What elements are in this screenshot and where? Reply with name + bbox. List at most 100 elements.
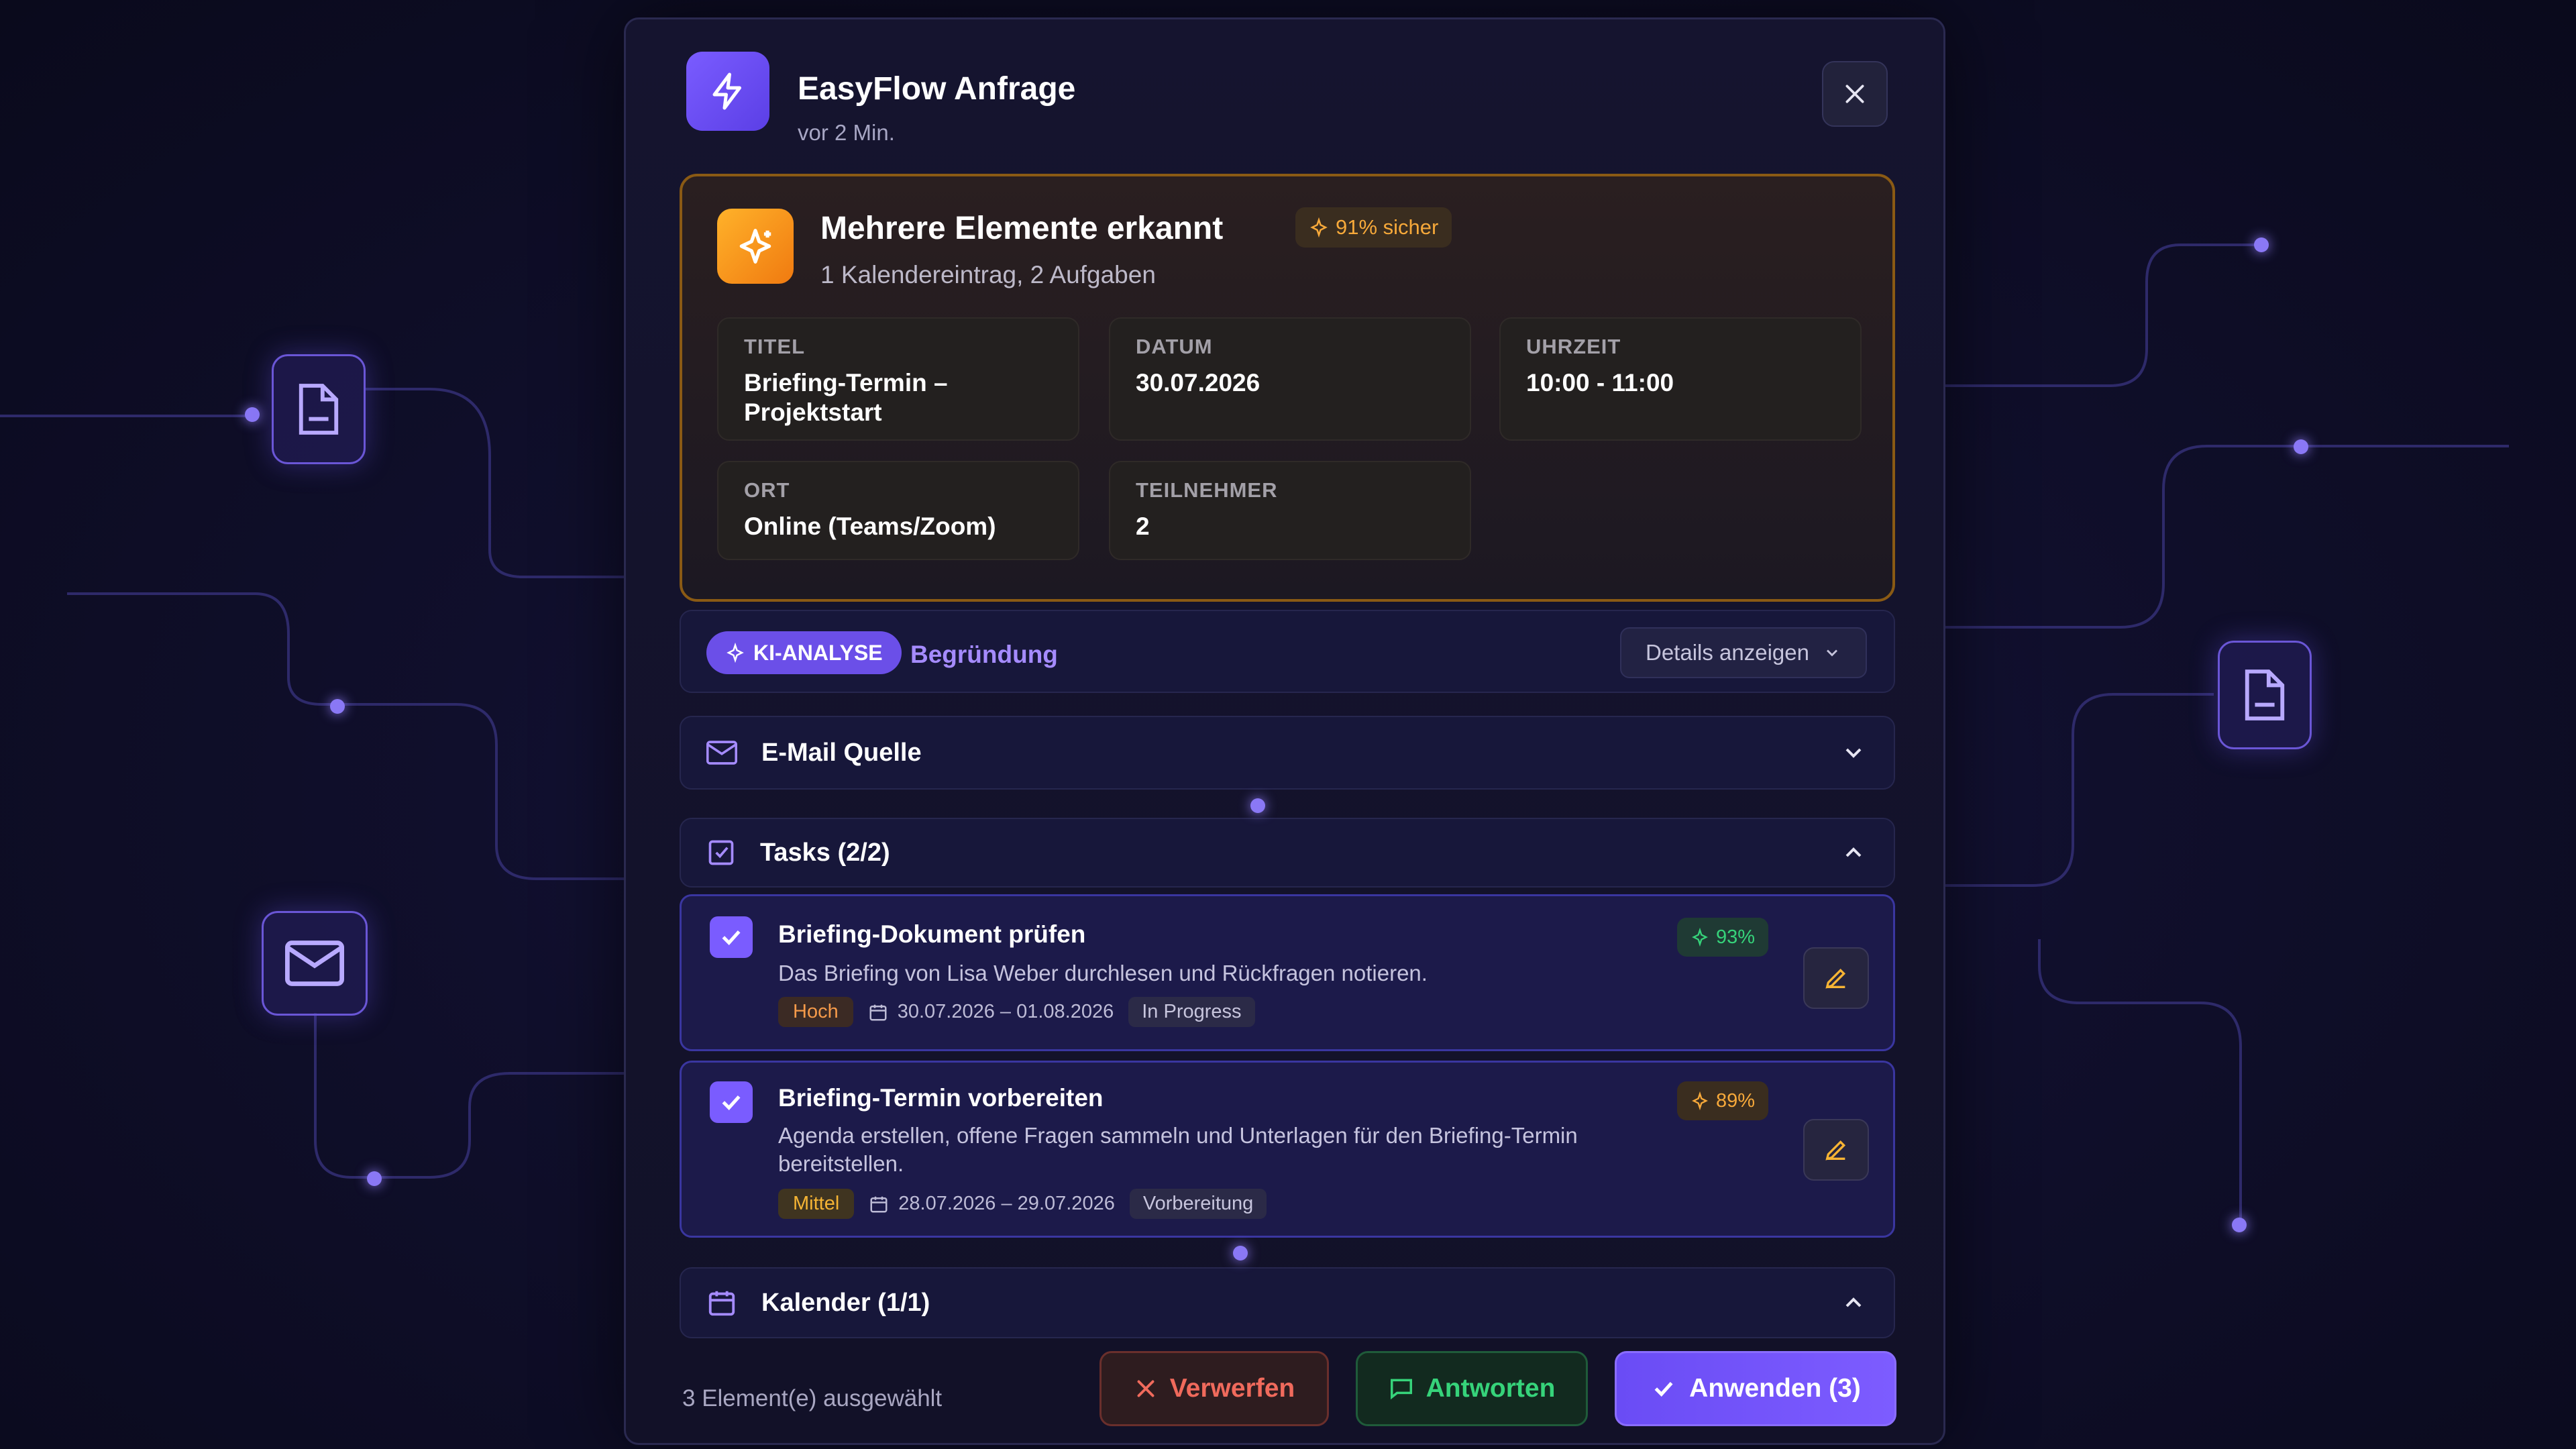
ki-analysis-label: KI-ANALYSE xyxy=(753,640,883,665)
ki-analysis-bar: KI-ANALYSE Begründung Details anzeigen xyxy=(680,610,1895,693)
field-ort: ORT Online (Teams/Zoom) xyxy=(717,461,1079,560)
tasks-section[interactable]: Tasks (2/2) xyxy=(680,818,1895,888)
task-description: Das Briefing von Lisa Weber durchlesen u… xyxy=(778,961,1428,985)
task-title: Briefing-Termin vorbereiten xyxy=(778,1084,1104,1112)
checkbox-icon xyxy=(708,840,734,865)
field-label: TITEL xyxy=(744,335,806,358)
field-label: TEILNEHMER xyxy=(1136,478,1278,502)
task-meta: Hoch 30.07.2026 – 01.08.2026 In Progress xyxy=(778,997,1255,1027)
reply-label: Antworten xyxy=(1426,1374,1556,1403)
task-confidence: 93% xyxy=(1716,926,1756,948)
status-badge: In Progress xyxy=(1128,997,1255,1027)
field-uhrzeit: UHRZEIT 10:00 - 11:00 xyxy=(1499,317,1862,441)
reply-button[interactable]: Antworten xyxy=(1356,1351,1588,1426)
field-datum: DATUM 30.07.2026 xyxy=(1109,317,1471,441)
sparkle-icon xyxy=(1692,928,1708,947)
field-value: Online (Teams/Zoom) xyxy=(744,513,996,540)
selection-count: 3 Element(e) ausgewählt xyxy=(682,1385,943,1411)
task-date-range: 28.07.2026 – 29.07.2026 xyxy=(898,1193,1115,1214)
modal-title: EasyFlow Anfrage xyxy=(798,71,1076,107)
checkmark-icon xyxy=(1654,1381,1673,1397)
task-meta: Mittel 28.07.2026 – 29.07.2026 Vorbereit… xyxy=(778,1189,1267,1219)
lightning-icon xyxy=(686,52,769,131)
task-item: Briefing-Termin vorbereiten 89% Agenda e… xyxy=(680,1061,1895,1238)
close-icon xyxy=(1845,85,1864,103)
detection-title: Mehrere Elemente erkannt xyxy=(820,211,1224,246)
close-icon xyxy=(1137,1380,1155,1397)
field-label: ORT xyxy=(744,478,790,502)
show-details-button[interactable]: Details anzeigen xyxy=(1620,627,1867,678)
field-value: 30.07.2026 xyxy=(1136,369,1260,396)
sparkle-icon xyxy=(717,209,794,284)
email-source-title: E-Mail Quelle xyxy=(761,738,922,767)
apply-button[interactable]: Anwenden (3) xyxy=(1615,1351,1896,1426)
task-item: Briefing-Dokument prüfen 93% Das Briefin… xyxy=(680,894,1895,1051)
field-label: DATUM xyxy=(1136,335,1213,358)
calendar-icon xyxy=(870,1196,888,1212)
background-dot xyxy=(330,699,345,714)
detection-summary: 1 Kalendereintrag, 2 Aufgaben xyxy=(820,261,1156,288)
field-value: Briefing-Termin – Projektstart xyxy=(744,369,948,426)
edit-task-button[interactable] xyxy=(1803,947,1869,1009)
edit-task-button[interactable] xyxy=(1803,1119,1869,1181)
tasks-title: Tasks (2/2) xyxy=(760,838,890,867)
field-value: 2 xyxy=(1136,513,1150,540)
confidence-text: 91% sicher xyxy=(1336,215,1439,239)
field-label: UHRZEIT xyxy=(1526,335,1621,358)
close-button[interactable] xyxy=(1822,61,1888,127)
task-date-range: 30.07.2026 – 01.08.2026 xyxy=(897,1001,1114,1022)
apply-label: Anwenden (3) xyxy=(1689,1374,1861,1403)
background-dot xyxy=(2232,1218,2247,1232)
modal-timestamp: vor 2 Min. xyxy=(798,120,895,145)
mail-icon xyxy=(706,741,737,765)
chevron-up-icon xyxy=(1845,1297,1862,1307)
reasoning-link[interactable]: Begründung xyxy=(910,641,1058,669)
priority-badge: Mittel xyxy=(778,1189,855,1219)
calendar-icon xyxy=(708,1291,735,1316)
task-title: Briefing-Dokument prüfen xyxy=(778,920,1086,948)
sparkle-icon xyxy=(727,643,744,663)
confidence-badge: 91% sicher xyxy=(1295,207,1452,248)
field-value: 10:00 - 11:00 xyxy=(1526,369,1674,396)
discard-label: Verwerfen xyxy=(1169,1374,1295,1403)
chevron-up-icon xyxy=(1845,847,1862,857)
easyflow-modal: EasyFlow Anfrage vor 2 Min. Mehrere Elem… xyxy=(624,17,1945,1445)
pencil-icon xyxy=(1825,968,1846,989)
task-confidence: 89% xyxy=(1716,1089,1756,1112)
background-dot xyxy=(2254,237,2269,252)
mail-icon xyxy=(262,911,368,1016)
field-titel: TITEL Briefing-Termin – Projektstart xyxy=(717,317,1079,441)
show-details-label: Details anzeigen xyxy=(1646,640,1809,665)
task-checkbox[interactable] xyxy=(710,916,753,958)
pencil-icon xyxy=(1825,1140,1846,1161)
status-badge: Vorbereitung xyxy=(1129,1189,1267,1219)
document-icon xyxy=(272,354,366,464)
email-source-section[interactable]: E-Mail Quelle xyxy=(680,716,1895,790)
task-confidence-badge: 89% xyxy=(1677,1081,1769,1120)
ki-analysis-badge: KI-ANALYSE xyxy=(706,631,902,674)
checkmark-icon xyxy=(722,930,741,945)
discard-button[interactable]: Verwerfen xyxy=(1099,1351,1329,1426)
background-dot xyxy=(1250,798,1265,813)
chevron-down-icon xyxy=(1845,748,1862,758)
chat-bubble-icon xyxy=(1390,1379,1412,1400)
calendar-title: Kalender (1/1) xyxy=(761,1288,930,1317)
calendar-icon xyxy=(869,1004,887,1020)
priority-badge: Hoch xyxy=(778,997,853,1027)
document-icon xyxy=(2218,641,2312,749)
sparkle-icon xyxy=(1310,217,1328,237)
task-description: Agenda erstellen, offene Fragen sammeln … xyxy=(778,1123,1578,1176)
chevron-down-icon xyxy=(1827,649,1837,657)
background-dot xyxy=(245,407,260,422)
background-dot xyxy=(367,1171,382,1186)
calendar-section[interactable]: Kalender (1/1) xyxy=(680,1267,1895,1338)
field-teilnehmer: TEILNEHMER 2 xyxy=(1109,461,1471,560)
task-checkbox[interactable] xyxy=(710,1081,753,1123)
detection-card: Mehrere Elemente erkannt 91% sicher 1 Ka… xyxy=(680,174,1895,602)
background-dot xyxy=(2294,439,2308,454)
task-dates: 28.07.2026 – 29.07.2026 xyxy=(869,1193,1115,1215)
checkmark-icon xyxy=(722,1095,741,1110)
task-dates: 30.07.2026 – 01.08.2026 xyxy=(868,1001,1114,1023)
task-confidence-badge: 93% xyxy=(1677,918,1769,957)
sparkle-icon xyxy=(1692,1091,1708,1110)
